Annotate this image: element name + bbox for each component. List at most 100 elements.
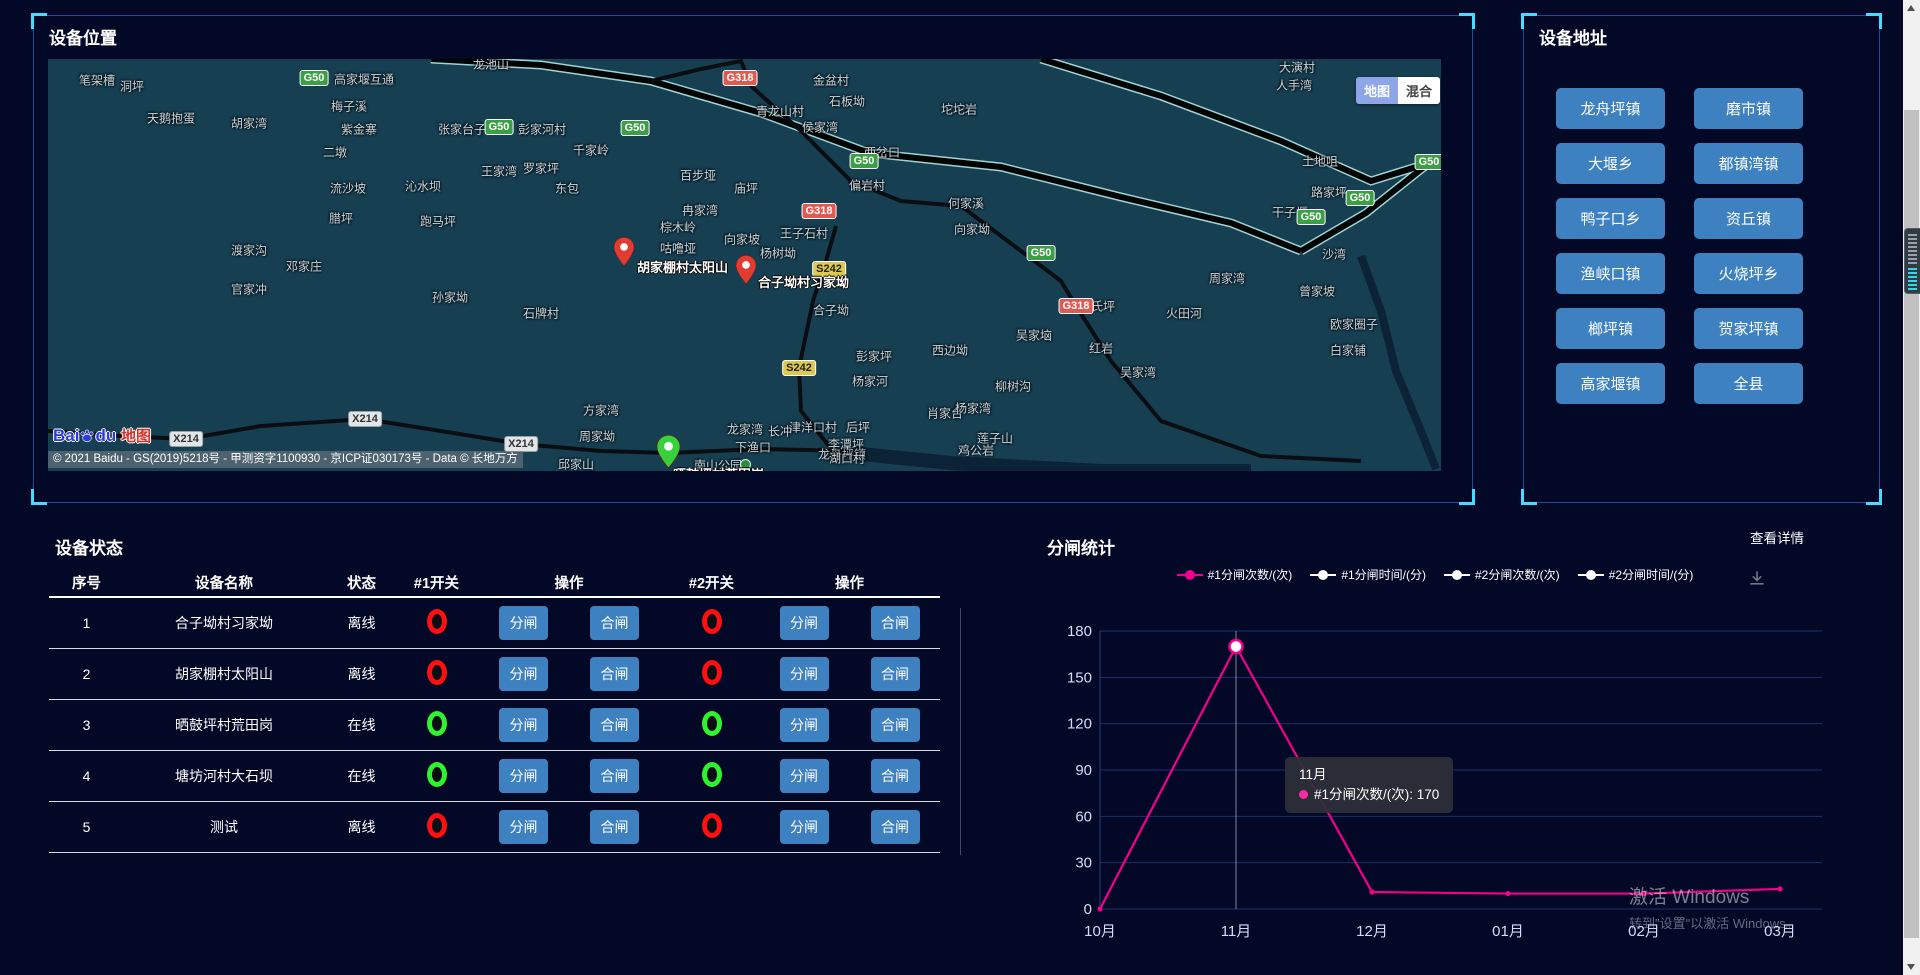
open-switch-button[interactable]: 分闸 [499,759,548,793]
row-index: 4 [49,768,124,784]
map-place-label: 石板坳 [829,93,865,110]
close-switch-button[interactable]: 合闸 [590,657,639,691]
address-button-资丘镇[interactable]: 资丘镇 [1694,198,1803,239]
map-place-label: 笔架槽 [79,72,115,89]
address-button-大堰乡[interactable]: 大堰乡 [1556,143,1665,184]
close-switch-button[interactable]: 合闸 [590,759,639,793]
table-row: 1合子坳村习家坳离线分闸合闸分闸合闸 [49,598,940,649]
legend-item[interactable]: #1分闸次数/(次) [1177,566,1293,583]
map-place-label: 沙湾 [1322,246,1346,263]
device-name: 晒鼓坪村荒田岗 [124,715,324,735]
close-switch-button[interactable]: 合闸 [590,708,639,742]
map-place-label: 官家冲 [231,281,267,298]
open-switch-button[interactable]: 分闸 [780,606,829,640]
map-place-label: 彭家河村 [518,121,566,138]
legend-item[interactable]: #2分闸时间/(分) [1578,566,1694,583]
map-place-label: 向家坳 [954,221,990,238]
address-button-全县[interactable]: 全县 [1694,363,1803,404]
close-switch-button[interactable]: 合闸 [871,606,920,640]
device-status-table: 序号设备名称状态#1开关操作#2开关操作1合子坳村习家坳离线分闸合闸分闸合闸2胡… [49,568,940,853]
scroll-down-icon[interactable] [1907,964,1915,970]
address-button-磨市镇[interactable]: 磨市镇 [1694,88,1803,129]
map-type-hybrid[interactable]: 混合 [1398,77,1440,104]
address-button-榔坪镇[interactable]: 榔坪镇 [1556,308,1665,349]
address-button-高家堰镇[interactable]: 高家堰镇 [1556,363,1665,404]
table-header-cell: #2开关 [664,572,759,593]
map-place-label: 跑马坪 [420,213,456,230]
widget-cyan-stripes-icon [1908,266,1917,290]
map-place-label: 咕噜垭 [660,240,696,257]
trip-stats-title: 分闸统计 [1047,534,1115,559]
address-button-鸭子口乡[interactable]: 鸭子口乡 [1556,198,1665,239]
close-switch-button[interactable]: 合闸 [590,606,639,640]
device-status: 离线 [324,817,399,837]
device-marker-pin[interactable] [614,237,634,271]
open-switch-button[interactable]: 分闸 [499,708,548,742]
road-badge-x214: X214 [348,411,382,427]
table-header-row: 序号设备名称状态#1开关操作#2开关操作 [49,568,940,598]
open-switch-button[interactable]: 分闸 [780,657,829,691]
map-place-label: 洞坪 [120,78,144,95]
tooltip-category: 11月 [1299,765,1439,785]
open-switch-button[interactable]: 分闸 [499,657,548,691]
map-place-label: 西边坳 [932,342,968,359]
close-switch-button[interactable]: 合闸 [871,759,920,793]
address-button-龙舟坪镇[interactable]: 龙舟坪镇 [1556,88,1665,129]
map-place-label: 梅子溪 [331,98,367,115]
switch2-indicator-green [702,711,722,736]
map-place-label: 吴家垴 [1016,327,1052,344]
map-place-label: 高家堰互通 [334,71,394,88]
close-switch-button[interactable]: 合闸 [590,810,639,844]
svg-text:120: 120 [1067,716,1092,733]
address-button-贺家坪镇[interactable]: 贺家坪镇 [1694,308,1803,349]
road-badge-g318: G318 [802,203,837,219]
address-button-渔峡口镇[interactable]: 渔峡口镇 [1556,253,1665,294]
open-switch-button[interactable]: 分闸 [780,810,829,844]
map-place-label: 周家湾 [1209,270,1245,287]
close-switch-button[interactable]: 合闸 [871,657,920,691]
baidu-map[interactable]: 笔架槽洞坪天鹅抱蛋胡家湾梅子溪紫金寨二墩流沙坡腊坪渡家沟邓家庄官家冲沁水坝跑马坪… [48,59,1441,471]
scroll-up-icon[interactable] [1907,5,1915,11]
map-place-label: 东包 [555,180,579,197]
close-switch-button[interactable]: 合闸 [871,810,920,844]
tooltip-series-value: #1分闸次数/(次): 170 [1299,785,1439,805]
close-switch-button[interactable]: 合闸 [871,708,920,742]
map-place-label: 火田河 [1166,305,1202,322]
svg-text:10月: 10月 [1084,923,1116,940]
map-type-map[interactable]: 地图 [1356,77,1398,104]
map-place-label: 棕木岭 [660,219,696,236]
road-badge-g50: G50 [485,119,514,135]
view-details-link[interactable]: 查看详情 [1750,527,1804,547]
legend-marker-icon [1177,570,1203,580]
map-place-label: 杨家河 [852,373,888,390]
open-switch-button[interactable]: 分闸 [499,810,548,844]
legend-item[interactable]: #1分闸时间/(分) [1310,566,1426,583]
map-place-label: 方家湾 [583,402,619,419]
open-switch-button[interactable]: 分闸 [499,606,548,640]
open-switch-button[interactable]: 分闸 [780,759,829,793]
corner-decoration [1866,13,1882,29]
device-marker-pin[interactable] [736,255,756,289]
map-place-label: 红岩 [1089,340,1113,357]
open-switch-button[interactable]: 分闸 [780,708,829,742]
device-status: 离线 [324,613,399,633]
device-location-title: 设备位置 [49,24,117,49]
switch1-indicator-red [427,813,447,838]
road-badge-g50: G50 [621,120,650,136]
table-row: 4塘坊河村大石坝在线分闸合闸分闸合闸 [49,751,940,802]
map-place-label: 渡家沟 [231,242,267,259]
road-badge-g50: G50 [300,70,329,86]
map-place-label: 石牌村 [523,305,559,322]
row-index: 3 [49,717,124,733]
window-scrollbar[interactable] [1903,0,1920,975]
legend-item[interactable]: #2分闸次数/(次) [1444,566,1560,583]
map-place-label: 长冲 [768,423,792,440]
map-place-label: 张家台子 [438,121,486,138]
address-button-火烧坪乡[interactable]: 火烧坪乡 [1694,253,1803,294]
row-index: 2 [49,666,124,682]
address-button-都镇湾镇[interactable]: 都镇湾镇 [1694,143,1803,184]
switch2-indicator-red [702,609,722,634]
docked-sidebar-widget[interactable] [1904,228,1920,294]
map-place-label: 彭家坪 [856,348,892,365]
map-type-control[interactable]: 地图 混合 [1356,77,1440,104]
